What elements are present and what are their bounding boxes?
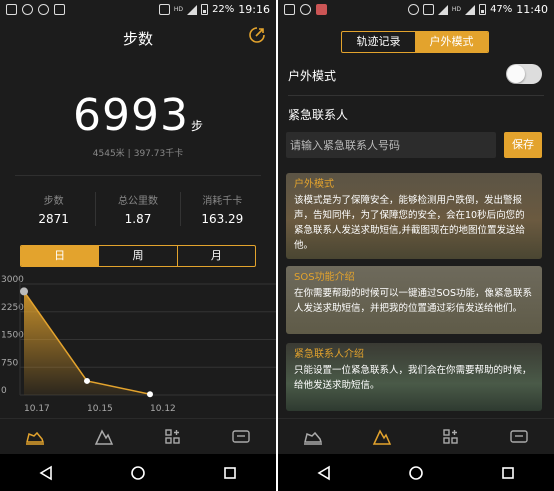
card-text: 在你需要帮助的时候可以一键通过SOS功能，像紧急联系人发送求助短信，并把我的位置… bbox=[294, 288, 533, 314]
y-tick-label: 750 bbox=[1, 358, 18, 368]
battery-level: 47% bbox=[490, 4, 513, 15]
bottom-nav bbox=[0, 418, 276, 454]
stat-value: 163.29 bbox=[201, 212, 244, 226]
battery-level: 22% bbox=[212, 4, 235, 15]
tab-month[interactable]: 月 bbox=[176, 246, 255, 266]
x-tick-label: 10.15 bbox=[87, 404, 113, 414]
card-title: 户外模式 bbox=[294, 179, 334, 190]
system-nav bbox=[278, 454, 554, 491]
summary-separator: | bbox=[127, 149, 131, 159]
save-button[interactable]: 保存 bbox=[504, 132, 542, 158]
status-bar: HD 47% 11:40 bbox=[278, 0, 554, 20]
nfc-icon bbox=[422, 4, 434, 15]
back-icon[interactable] bbox=[38, 465, 54, 481]
location-icon bbox=[407, 4, 419, 15]
data-point bbox=[20, 287, 28, 296]
step-count-value: 6993 bbox=[73, 90, 189, 141]
stat-label: 消耗千卡 bbox=[202, 196, 243, 207]
meters-text: 4545米 bbox=[92, 149, 125, 159]
recents-icon[interactable] bbox=[222, 465, 238, 481]
step-count: 6993 步 bbox=[0, 90, 276, 141]
card-title: SOS功能介绍 bbox=[294, 272, 355, 283]
stat-value: 2871 bbox=[38, 212, 69, 226]
outdoor-mode-label: 户外模式 bbox=[288, 69, 337, 83]
stats-row: 步数 2871 总公里数 1.87 消耗千卡 163.29 bbox=[12, 192, 264, 226]
wifi-icon bbox=[437, 4, 448, 15]
card-text: 只能设置一位紧急联系人，我们会在你需要帮助的时候，给他发送求助短信。 bbox=[294, 365, 532, 391]
steps-screen: HD 22% 19:16 步数 6993 步 4545米 | 397.73千卡 步数 … bbox=[0, 0, 276, 491]
battery-icon bbox=[201, 4, 209, 15]
toggle-knob bbox=[507, 65, 525, 83]
app-avatar-icon bbox=[316, 4, 327, 15]
stat-steps: 步数 2871 bbox=[12, 192, 95, 226]
wifi-off-icon bbox=[38, 4, 49, 15]
chat-icon[interactable] bbox=[509, 428, 529, 446]
image-icon bbox=[6, 4, 17, 15]
steps-chart: 3000 2250 1500 750 0 10.17 10.15 10.12 bbox=[1, 275, 276, 414]
signal-icon bbox=[465, 4, 476, 15]
shoe-icon[interactable] bbox=[25, 428, 45, 446]
tab-day[interactable]: 日 bbox=[21, 246, 99, 266]
calories-text: 397.73千卡 bbox=[133, 149, 184, 159]
emergency-phone-input[interactable] bbox=[286, 132, 496, 158]
outdoor-mode-toggle[interactable] bbox=[506, 64, 542, 84]
stat-kcal: 消耗千卡 163.29 bbox=[179, 192, 264, 226]
back-icon[interactable] bbox=[316, 465, 332, 481]
x-tick-label: 10.17 bbox=[24, 404, 50, 414]
stat-value: 1.87 bbox=[124, 212, 152, 226]
shoe-icon[interactable] bbox=[303, 428, 323, 446]
emergency-contact-label: 紧急联系人 bbox=[288, 108, 349, 122]
image-icon bbox=[284, 4, 295, 15]
tab-track-record[interactable]: 轨迹记录 bbox=[342, 32, 415, 52]
hd-indicator: HD bbox=[451, 6, 462, 13]
apps-icon[interactable] bbox=[164, 428, 182, 446]
data-point bbox=[84, 377, 90, 384]
outdoor-mode-screen: HD 47% 11:40 轨迹记录 户外模式 户外模式 紧急联系人 保存 户外模… bbox=[278, 0, 554, 491]
hd-indicator: HD bbox=[173, 6, 184, 13]
divider bbox=[15, 175, 261, 176]
apps-icon[interactable] bbox=[442, 428, 460, 446]
period-tabs: 日 周 月 bbox=[20, 245, 256, 267]
card-title: 紧急联系人介绍 bbox=[294, 349, 364, 360]
signal-icon bbox=[187, 4, 198, 15]
sos-card: SOS功能介绍 在你需要帮助的时候可以一键通过SOS功能，像紧急联系人发送求助短… bbox=[286, 266, 542, 334]
y-tick-label: 1500 bbox=[1, 331, 24, 341]
mountain-icon[interactable] bbox=[372, 428, 392, 446]
tab-outdoor-mode[interactable]: 户外模式 bbox=[415, 32, 488, 52]
app-icon bbox=[54, 4, 65, 15]
data-point bbox=[147, 391, 153, 398]
y-tick-label: 0 bbox=[1, 386, 7, 396]
y-tick-label: 3000 bbox=[1, 275, 24, 285]
home-icon[interactable] bbox=[130, 465, 146, 481]
clock: 11:40 bbox=[516, 3, 548, 16]
emergency-contact-card: 紧急联系人介绍 只能设置一位紧急联系人，我们会在你需要帮助的时候，给他发送求助短… bbox=[286, 343, 542, 411]
tab-week[interactable]: 周 bbox=[98, 246, 176, 266]
outdoor-mode-card: 户外模式 该模式是为了保障安全，能够检测用户跌倒，发出警报声，告知同伴，为了保障… bbox=[286, 173, 542, 259]
home-icon[interactable] bbox=[408, 465, 424, 481]
nfc-icon bbox=[158, 4, 170, 15]
stat-label: 步数 bbox=[43, 196, 64, 207]
shield-icon bbox=[300, 4, 311, 15]
battery-icon bbox=[479, 4, 487, 15]
system-nav bbox=[0, 454, 276, 491]
y-tick-label: 2250 bbox=[1, 303, 24, 313]
shield-icon bbox=[22, 4, 33, 15]
divider bbox=[288, 95, 544, 96]
share-icon[interactable] bbox=[248, 26, 266, 44]
card-text: 该模式是为了保障安全，能够检测用户跌倒，发出警报声，告知同伴，为了保障您的安全，… bbox=[294, 195, 526, 251]
x-tick-label: 10.12 bbox=[150, 404, 176, 414]
chat-icon[interactable] bbox=[231, 428, 251, 446]
step-unit: 步 bbox=[190, 119, 203, 133]
distance-summary: 4545米 | 397.73千卡 bbox=[0, 146, 276, 159]
mountain-icon[interactable] bbox=[94, 428, 114, 446]
bottom-nav bbox=[278, 418, 554, 454]
mode-segmented-control: 轨迹记录 户外模式 bbox=[341, 31, 489, 53]
stat-label: 总公里数 bbox=[117, 196, 158, 207]
recents-icon[interactable] bbox=[500, 465, 516, 481]
clock: 19:16 bbox=[238, 3, 270, 16]
page-title: 步数 bbox=[122, 30, 153, 48]
stat-km: 总公里数 1.87 bbox=[95, 192, 179, 226]
status-bar: HD 22% 19:16 bbox=[0, 0, 276, 20]
